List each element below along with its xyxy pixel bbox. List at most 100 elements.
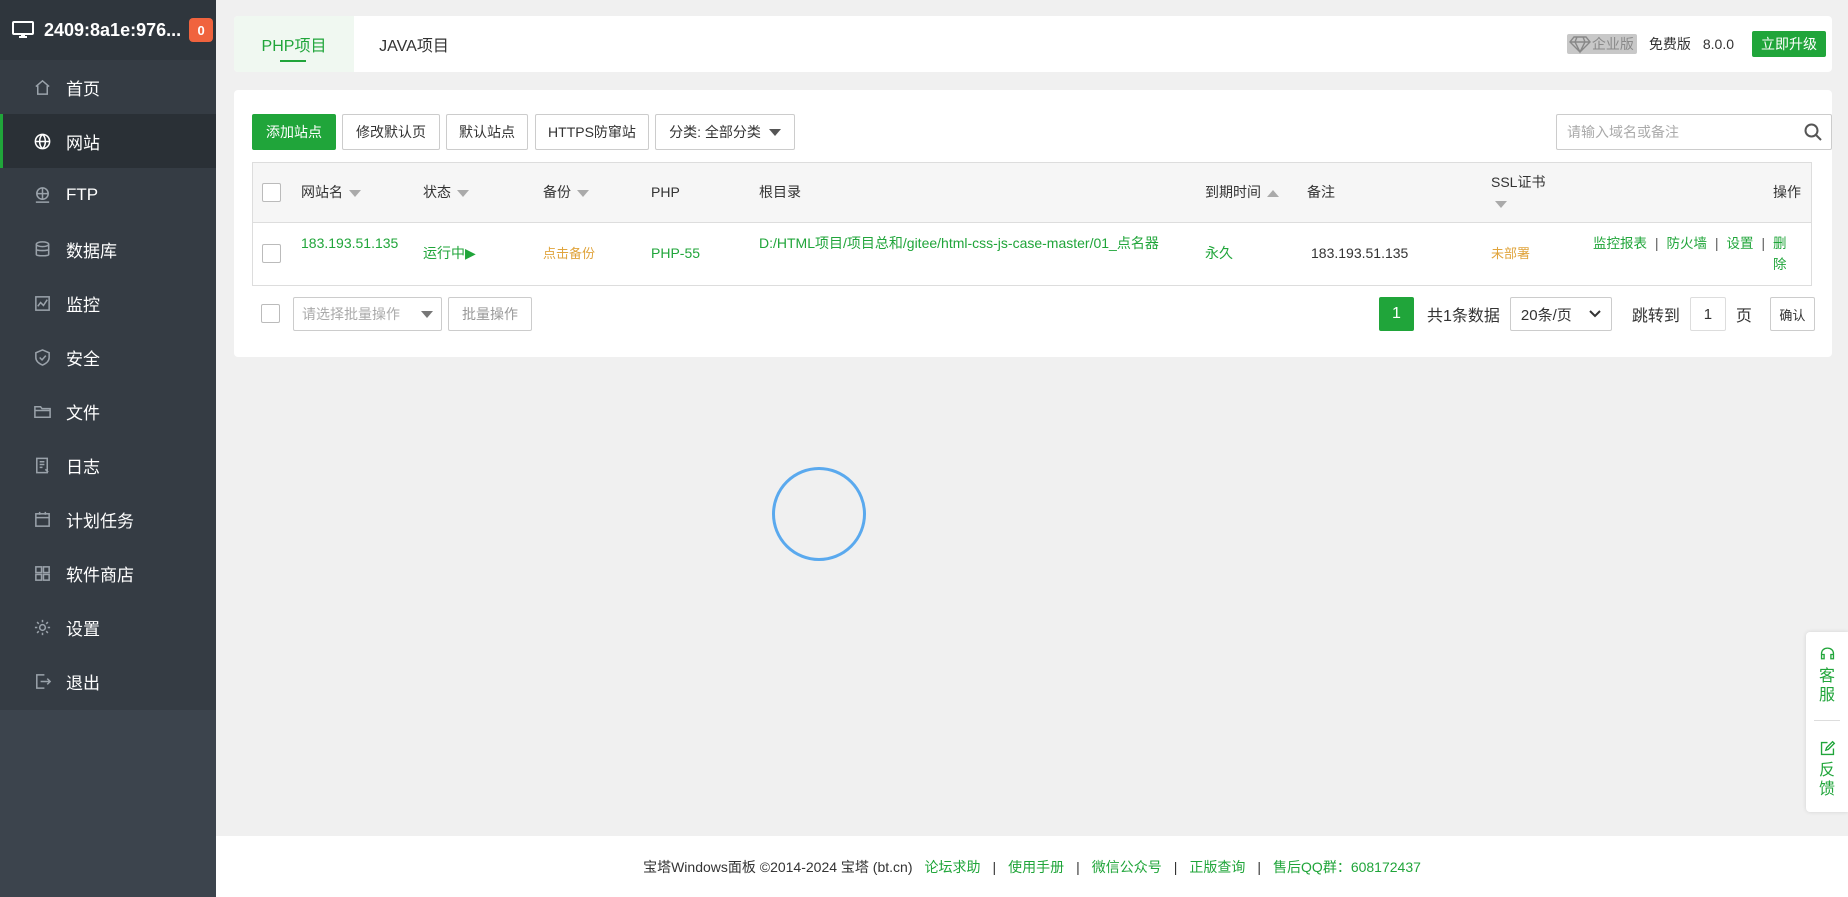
site-status-toggle[interactable]: 运行中▶ <box>423 243 476 264</box>
col-name-label: 网站名 <box>301 184 343 200</box>
sidebar-item-cron[interactable]: 计划任务 <box>0 492 216 546</box>
tab-java-projects[interactable]: JAVA项目 <box>354 16 474 72</box>
col-php: PHP <box>651 184 680 200</box>
widget-divider <box>1814 720 1840 721</box>
search-placeholder: 请输入域名或备注 <box>1567 124 1679 140</box>
category-select[interactable]: 分类: 全部分类 <box>655 114 795 150</box>
sort-desc-icon <box>577 189 589 197</box>
qq-group-link[interactable]: 售后QQ群：608172437 <box>1273 857 1421 877</box>
upgrade-button[interactable]: 立即升级 <box>1752 31 1826 57</box>
sites-panel: 添加站点 修改默认页 默认站点 HTTPS防窜站 分类: 全部分类 请输入域名或… <box>234 90 1832 357</box>
sidebar-item-monitor[interactable]: 监控 <box>0 276 216 330</box>
globe-icon <box>32 131 52 151</box>
gear-icon <box>32 617 52 637</box>
feedback-label: 反馈 <box>1818 762 1835 798</box>
jump-page-input[interactable]: 1 <box>1689 297 1726 331</box>
free-edition-label: 免费版 <box>1648 36 1691 52</box>
sidebar-item-label: FTP <box>66 185 99 204</box>
note-field[interactable]: 183.193.51.135 <box>1311 243 1408 264</box>
col-ssl[interactable]: SSL证书 <box>1491 172 1545 214</box>
sidebar-item-logout[interactable]: 退出 <box>0 654 216 708</box>
pagination: 1 共1条数据 20条/页 跳转到 1 页 确认 <box>1379 297 1815 331</box>
sites-table: 网站名 状态 备份 PHP 根目录 到期时间 备注 SSL证书 操作 183.1… <box>252 162 1812 286</box>
computer-icon <box>12 21 34 38</box>
version-number: 8.0.0 <box>1702 36 1734 52</box>
license-check-link[interactable]: 正版查询 <box>1189 857 1245 877</box>
manual-link[interactable]: 使用手册 <box>1008 857 1064 877</box>
delete-link[interactable]: 删除 <box>1773 233 1787 275</box>
total-count: 共1条数据 <box>1427 308 1500 325</box>
notification-badge[interactable]: 0 <box>189 18 214 42</box>
site-name-link[interactable]: 183.193.51.135 <box>301 233 401 254</box>
page-size-value: 20条/页 <box>1520 306 1572 324</box>
jump-confirm-button[interactable]: 确认 <box>1769 297 1815 331</box>
sidebar-item-settings[interactable]: 设置 <box>0 600 216 654</box>
sidebar-item-label: 数据库 <box>66 241 117 261</box>
sidebar-item-home[interactable]: 首页 <box>0 60 216 114</box>
home-icon <box>32 77 52 97</box>
select-all-checkbox[interactable] <box>262 183 281 202</box>
monitor-report-link[interactable]: 监控报表 <box>1593 236 1647 251</box>
customer-service-button[interactable]: 客服 <box>1806 646 1848 705</box>
tab-php-projects[interactable]: PHP项目 <box>234 16 354 72</box>
folder-icon <box>32 401 52 421</box>
col-ssl-label: SSL证书 <box>1491 174 1546 190</box>
forum-link[interactable]: 论坛求助 <box>924 857 980 877</box>
sidebar-menu: 首页 网站 FTP 数据库 监控 安全 文件 日志 计划任务 软件商店 设置 退… <box>0 60 216 710</box>
chevron-down-icon <box>768 128 781 136</box>
sidebar-item-label: 网站 <box>66 133 100 153</box>
sidebar-item-logs[interactable]: 日志 <box>0 438 216 492</box>
category-select-value: 分类: 全部分类 <box>669 124 761 140</box>
batch-action-button[interactable]: 批量操作 <box>448 297 532 331</box>
col-status-label: 状态 <box>423 184 451 200</box>
add-site-button[interactable]: 添加站点 <box>252 114 336 150</box>
chevron-down-icon <box>421 311 433 318</box>
database-icon <box>32 239 52 259</box>
wechat-link[interactable]: 微信公众号 <box>1092 857 1162 877</box>
batch-action-placeholder: 请选择批量操作 <box>302 306 400 322</box>
project-tab-bar: PHP项目 JAVA项目 企业版 免费版 8.0.0 立即升级 <box>234 16 1832 72</box>
edit-default-page-button[interactable]: 修改默认页 <box>342 114 440 150</box>
support-widget: 客服 反馈 <box>1806 632 1848 812</box>
sidebar-item-store[interactable]: 软件商店 <box>0 546 216 600</box>
page-size-select[interactable]: 20条/页 <box>1509 297 1612 331</box>
default-site-button[interactable]: 默认站点 <box>446 114 528 150</box>
col-backup[interactable]: 备份 <box>543 182 589 203</box>
batch-action-select[interactable]: 请选择批量操作 <box>293 297 442 331</box>
footer-divider: | <box>992 858 997 875</box>
copyright-text: 宝塔Windows面板 ©2014-2024 宝塔 (bt.cn) <box>643 858 913 875</box>
edit-icon <box>1820 740 1835 756</box>
batch-select-all-checkbox[interactable] <box>261 304 280 323</box>
php-version-link[interactable]: PHP-55 <box>651 243 700 264</box>
col-expire[interactable]: 到期时间 <box>1205 182 1279 203</box>
loading-spinner <box>772 467 866 561</box>
row-checkbox[interactable] <box>262 244 281 263</box>
search-input[interactable]: 请输入域名或备注 <box>1556 114 1832 150</box>
feedback-button[interactable]: 反馈 <box>1806 740 1848 799</box>
log-icon <box>32 455 52 475</box>
col-status[interactable]: 状态 <box>423 182 469 203</box>
sidebar-item-ftp[interactable]: FTP <box>0 168 216 222</box>
page-current[interactable]: 1 <box>1379 297 1414 331</box>
footer: 宝塔Windows面板 ©2014-2024 宝塔 (bt.cn) 论坛求助 |… <box>216 836 1848 897</box>
sort-desc-icon <box>1495 200 1507 208</box>
sidebar-item-files[interactable]: 文件 <box>0 384 216 438</box>
https-guard-button[interactable]: HTTPS防窜站 <box>535 114 649 150</box>
expire-link[interactable]: 永久 <box>1205 243 1233 264</box>
search-icon[interactable] <box>1803 122 1823 142</box>
col-name[interactable]: 网站名 <box>301 182 361 203</box>
root-dir-link[interactable]: D:/HTML项目/项目总和/gitee/html-css-js-case-ma… <box>759 233 1191 254</box>
sidebar-item-label: 日志 <box>66 457 100 477</box>
footer-divider: | <box>1173 858 1178 875</box>
col-root: 根目录 <box>759 184 801 200</box>
backup-link[interactable]: 点击备份 <box>543 243 595 264</box>
jump-label: 跳转到 <box>1631 308 1680 325</box>
enterprise-edition-badge[interactable]: 企业版 <box>1566 34 1637 54</box>
sidebar-item-database[interactable]: 数据库 <box>0 222 216 276</box>
settings-link[interactable]: 设置 <box>1727 236 1754 251</box>
firewall-link[interactable]: 防火墙 <box>1667 236 1708 251</box>
sidebar-item-security[interactable]: 安全 <box>0 330 216 384</box>
ssl-status-link[interactable]: 未部署 <box>1491 243 1530 264</box>
sidebar-item-website[interactable]: 网站 <box>0 114 216 168</box>
diamond-icon <box>1568 36 1591 54</box>
